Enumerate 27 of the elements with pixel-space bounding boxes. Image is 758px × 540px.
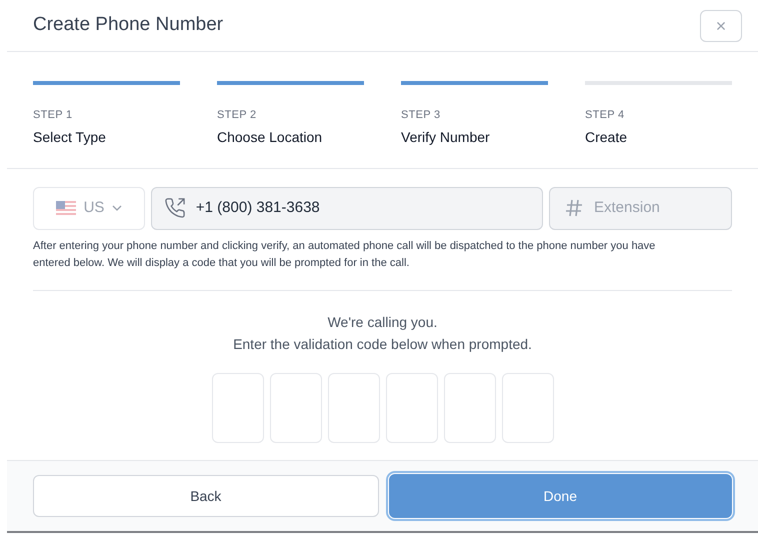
flag-icon	[56, 201, 76, 215]
dialog-title: Create Phone Number	[33, 13, 224, 38]
step-number: STEP 2	[217, 108, 258, 123]
code-digit-field[interactable]	[328, 372, 380, 442]
calling-message: We're calling you.	[328, 312, 438, 332]
code-digit-field[interactable]	[444, 372, 496, 442]
back-button[interactable]: Back	[33, 475, 378, 517]
step-number: STEP 4	[585, 108, 626, 123]
extension-field[interactable]: Extension	[549, 186, 732, 230]
step-name: Choose Location	[217, 128, 324, 146]
phone-outgoing-icon	[164, 196, 186, 220]
step-number: STEP 3	[401, 108, 442, 123]
code-digit-field[interactable]	[502, 372, 554, 442]
extension-input[interactable]: Extension	[594, 196, 714, 220]
help-text: After entering your phone number and clicking verify, an automated phone call will be dispatched to the phone number you have entered below. We will display a code that you will be prompted for in the call.	[33, 238, 656, 270]
phone-field[interactable]: +1 (800) 381-3638	[151, 186, 543, 230]
chevron-down-icon	[112, 205, 122, 211]
step-name: Create	[585, 128, 628, 146]
calling-instruction: Enter the validation code below when prompted.	[233, 334, 532, 354]
code-digit-field[interactable]	[212, 372, 264, 442]
step-number: STEP 1	[33, 108, 74, 123]
code-digit-field[interactable]	[386, 372, 438, 442]
code-digit-field[interactable]	[270, 372, 322, 442]
hash-icon	[564, 198, 584, 218]
phone-input[interactable]: +1 (800) 381-3638	[196, 196, 530, 220]
step-name: Verify Number	[401, 128, 491, 147]
step-name: Select Type	[33, 128, 107, 147]
